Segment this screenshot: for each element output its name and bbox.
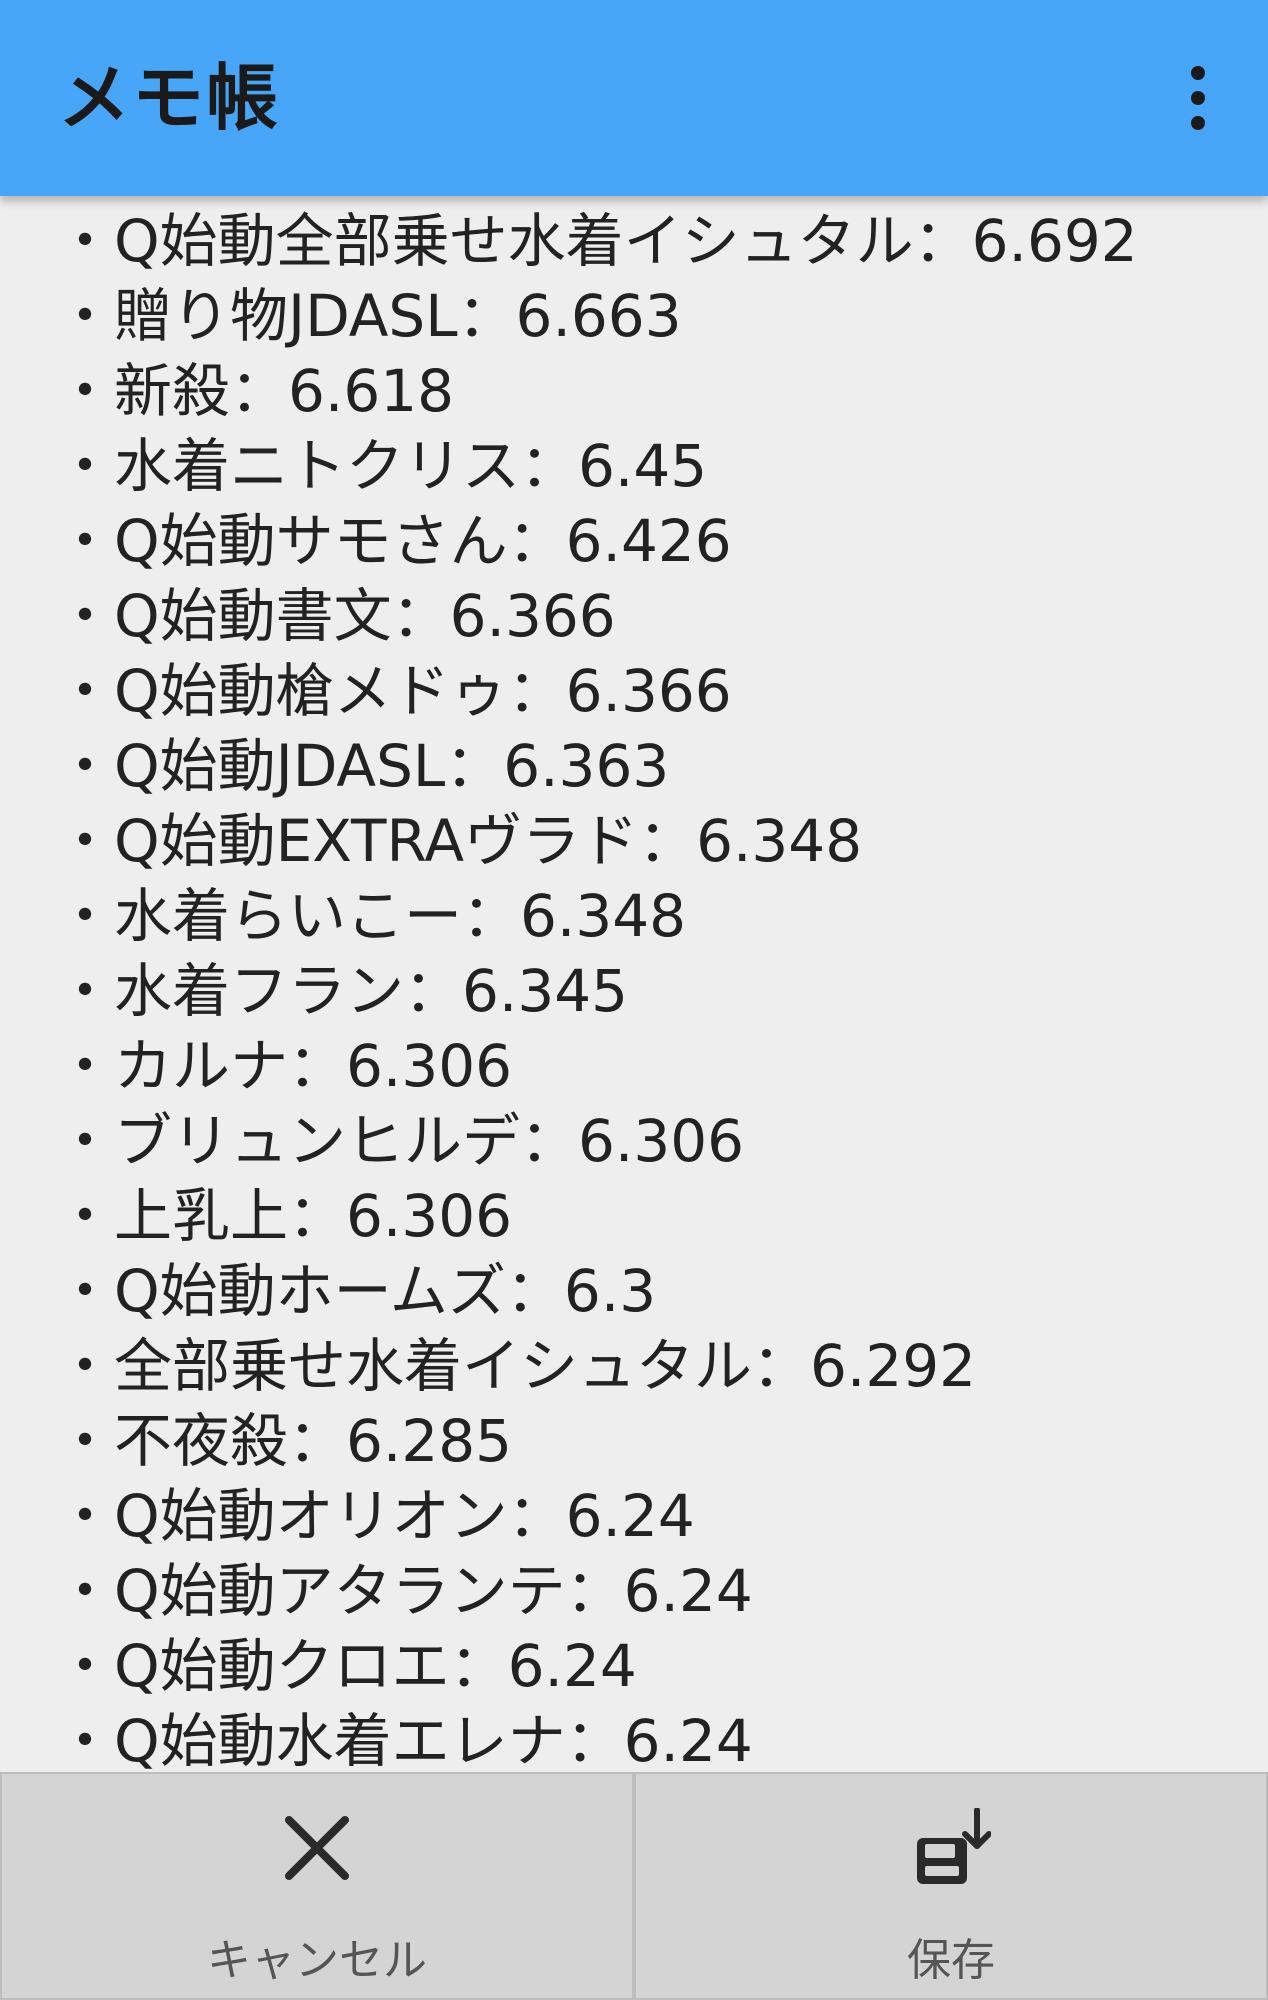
memo-line: ・Q始動サモさん：6.426 — [56, 507, 732, 575]
memo-line: ・Q始動水着エレナ：6.24 — [56, 1707, 753, 1772]
cancel-label: キャンセル — [207, 1935, 427, 1986]
memo-line: ・Q始動アタランテ：6.24 — [56, 1557, 753, 1625]
memo-line: ・Q始動JDASL：6.363 — [56, 732, 670, 800]
app-bar: メモ帳 — [0, 0, 1268, 196]
memo-line: ・Q始動EXTRAヴラド：6.348 — [56, 807, 863, 875]
memo-line: ・カルナ：6.306 — [56, 1032, 513, 1100]
memo-editor[interactable]: ・Q始動全部乗せ水着イシュタル：6.692 ・贈り物JDASL：6.663 ・新… — [0, 196, 1268, 1772]
memo-line: ・Q始動槍メドゥ：6.366 — [56, 657, 732, 725]
memo-line: ・上乳上：6.306 — [56, 1182, 513, 1250]
memo-line: ・全部乗せ水着イシュタル：6.292 — [56, 1332, 977, 1400]
memo-line: ・Q始動ホームズ：6.3 — [56, 1257, 657, 1325]
overflow-menu-button[interactable] — [1168, 58, 1228, 138]
memo-line: ・Q始動オリオン：6.24 — [56, 1482, 695, 1550]
memo-line: ・不夜殺：6.285 — [56, 1407, 513, 1475]
app-title: メモ帳 — [58, 56, 281, 140]
bottom-action-bar: キャンセル 保存 — [0, 1772, 1268, 2000]
save-icon — [911, 1807, 992, 1888]
memo-line: ・Q始動クロエ：6.24 — [56, 1632, 637, 1700]
memo-text[interactable]: ・Q始動全部乗せ水着イシュタル：6.692 ・贈り物JDASL：6.663 ・新… — [56, 196, 1246, 1772]
save-label: 保存 — [907, 1935, 995, 1986]
memo-line: ・Q始動全部乗せ水着イシュタル：6.692 — [56, 207, 1138, 275]
memo-line: ・水着フラン：6.345 — [56, 957, 629, 1025]
memo-line: ・水着らいこー：6.348 — [56, 882, 687, 950]
memo-app: メモ帳 ・Q始動全部乗せ水着イシュタル：6.692 ・贈り物JDASL：6.66… — [0, 0, 1268, 2000]
memo-line: ・ブリュンヒルデ：6.306 — [56, 1107, 745, 1175]
memo-line: ・水着ニトクリス：6.45 — [56, 432, 708, 500]
memo-line: ・新殺：6.618 — [56, 357, 455, 425]
memo-line: ・贈り物JDASL：6.663 — [56, 282, 682, 350]
cancel-button[interactable]: キャンセル — [0, 1772, 634, 2000]
memo-line: ・Q始動書文：6.366 — [56, 582, 616, 650]
close-icon — [277, 1808, 357, 1888]
save-button[interactable]: 保存 — [634, 1772, 1268, 2000]
